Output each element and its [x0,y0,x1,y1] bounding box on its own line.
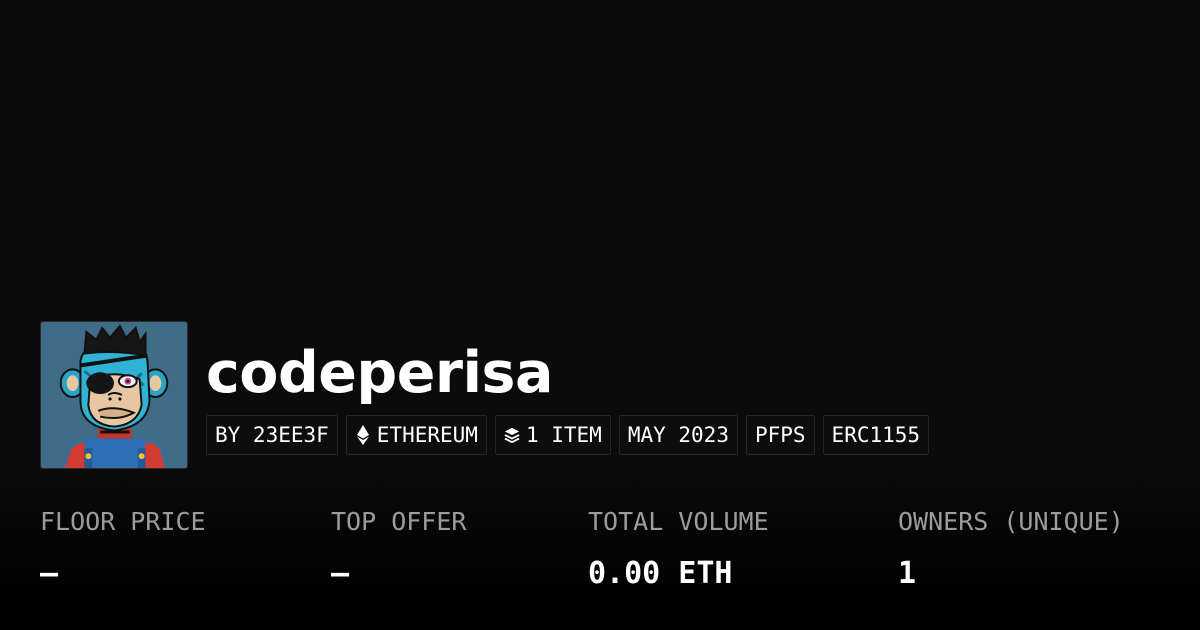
creator-tag-label: BY 23EE3F [215,423,329,447]
stat-owners-value: 1 [898,556,917,591]
chain-tag[interactable]: ETHEREUM [345,415,487,455]
collection-tags: BY 23EE3F ETHEREUM 1 ITEM MAY 2023 PFPS … [206,415,930,455]
item-count-tag-label: 1 ITEM [525,423,602,447]
stat-floor-price-value: — [40,556,59,591]
stat-floor-price-label: FLOOR PRICE [40,507,206,536]
category-tag-label: PFPS [754,423,806,447]
stat-top-offer-label: TOP OFFER [331,507,467,536]
stat-owners: OWNERS (UNIQUE) 1 [898,504,1124,594]
category-tag[interactable]: PFPS [745,415,815,455]
standard-tag[interactable]: ERC1155 [822,415,930,455]
stat-top-offer: TOP OFFER — [331,504,466,594]
layers-icon [504,424,520,446]
creator-tag[interactable]: BY 23EE3F [206,415,338,455]
ethereum-icon [355,424,371,446]
stat-total-volume-label: TOTAL VOLUME [588,507,769,536]
stat-total-volume: TOTAL VOLUME 0.00 ETH [588,504,769,594]
collection-card: codeperisa BY 23EE3F ETHEREUM 1 ITEM MAY… [0,0,1200,630]
stat-total-volume-value: 0.00 ETH [588,556,733,591]
stat-floor-price: FLOOR PRICE — [40,504,206,594]
date-tag-label: MAY 2023 [627,423,729,447]
collection-title: codeperisa [206,340,553,406]
standard-tag-label: ERC1155 [831,423,921,447]
stat-top-offer-value: — [331,556,350,591]
stat-owners-label: OWNERS (UNIQUE) [898,507,1124,536]
collection-avatar[interactable] [40,321,188,469]
date-tag[interactable]: MAY 2023 [618,415,738,455]
ape-avatar-image [41,322,187,468]
item-count-tag[interactable]: 1 ITEM [494,415,611,455]
chain-tag-label: ETHEREUM [376,423,478,447]
